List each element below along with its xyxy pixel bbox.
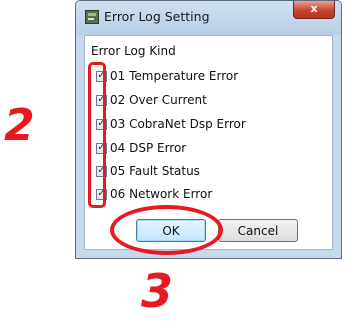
ok-highlight-ellipse bbox=[110, 205, 223, 255]
error-kind-item[interactable]: ✓ 01 Temperature Error bbox=[96, 68, 238, 84]
error-kind-label: 04 DSP Error bbox=[110, 141, 187, 155]
error-kind-label: 01 Temperature Error bbox=[110, 69, 239, 83]
error-kind-label: 02 Over Current bbox=[110, 93, 207, 107]
window-title: Error Log Setting bbox=[104, 9, 210, 24]
error-kind-item[interactable]: ✓ 04 DSP Error bbox=[96, 140, 186, 156]
title-bar[interactable]: Error Log Setting x bbox=[76, 1, 341, 35]
error-kind-label: 06 Network Error bbox=[110, 187, 213, 201]
error-log-kind-label: Error Log Kind bbox=[91, 44, 176, 58]
checkbox-highlight-frame bbox=[88, 62, 106, 208]
step-number-3: 3 bbox=[141, 264, 174, 318]
error-kind-label: 05 Fault Status bbox=[110, 164, 200, 178]
error-kind-item[interactable]: ✓ 03 CobraNet Dsp Error bbox=[96, 116, 246, 132]
error-kind-item[interactable]: ✓ 06 Network Error bbox=[96, 186, 212, 202]
app-icon bbox=[85, 10, 99, 24]
error-kind-item[interactable]: ✓ 05 Fault Status bbox=[96, 163, 200, 179]
error-kind-item[interactable]: ✓ 02 Over Current bbox=[96, 92, 207, 108]
close-button[interactable]: x bbox=[293, 1, 335, 19]
error-kind-label: 03 CobraNet Dsp Error bbox=[110, 117, 246, 131]
cancel-button[interactable]: Cancel bbox=[218, 219, 298, 242]
step-number-2: 2 bbox=[4, 100, 35, 151]
